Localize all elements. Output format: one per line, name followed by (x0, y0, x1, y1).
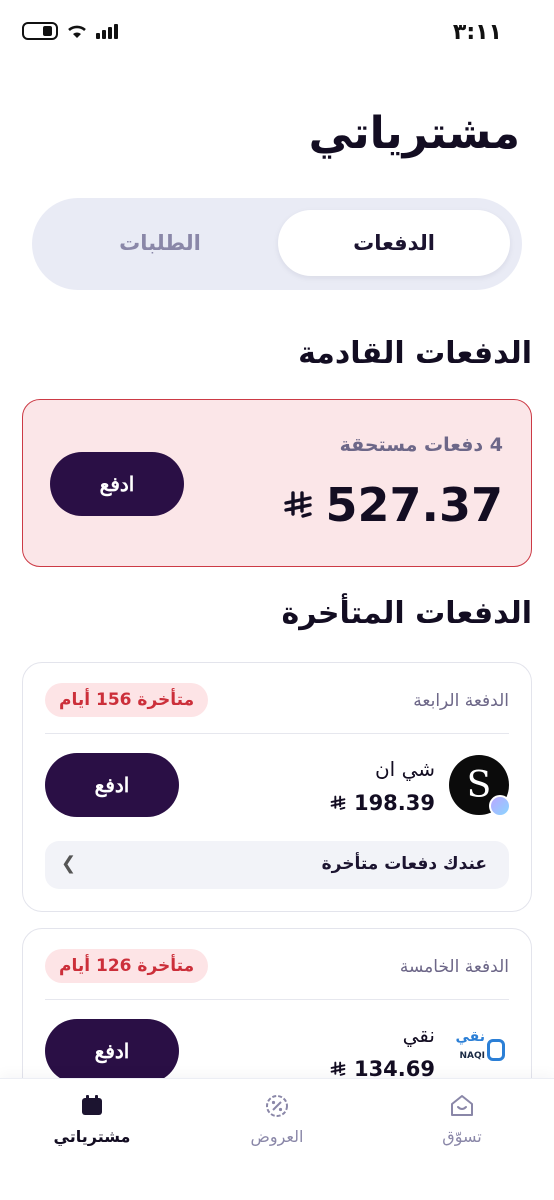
tab-payments[interactable]: الدفعات (278, 210, 510, 276)
shop-icon (451, 1095, 473, 1116)
merchant-name: شي ان (374, 757, 435, 781)
nav-label: مشترياتي (53, 1127, 131, 1146)
pay-upcoming-button[interactable]: ادفع (50, 452, 184, 516)
installment-label: الدفعة الرابعة (413, 691, 509, 711)
naqi-logo-text-en: NAQI (459, 1051, 486, 1061)
naqi-mark-icon (487, 1039, 505, 1061)
merchant-name: نقي (402, 1023, 435, 1047)
upcoming-amount-value: 527.37 (325, 478, 503, 532)
naqi-logo-text-ar: نقي (455, 1029, 486, 1045)
riyal-icon (330, 1061, 346, 1076)
shein-logo: S (449, 755, 511, 817)
nav-offers[interactable]: العروض (217, 1093, 337, 1146)
chevron-left-icon: ❮ (61, 853, 77, 874)
late-badge: متأخرة 126 أيام (45, 949, 209, 983)
late-payments-row[interactable]: عندك دفعات متأخرة ❮ (45, 841, 509, 889)
late-row-text: عندك دفعات متأخرة (321, 854, 487, 874)
discount-icon (266, 1095, 288, 1117)
riyal-icon (284, 491, 313, 518)
shein-logo-letter: S (466, 764, 492, 806)
late-payment-card[interactable]: الدفعة الرابعة متأخرة 156 أيام S شي ان 1… (22, 662, 532, 912)
page-title: مشترياتي (308, 108, 520, 159)
wifi-icon (68, 25, 86, 38)
merchant-amount: 198.39 (330, 791, 435, 815)
battery-icon (22, 22, 58, 40)
upcoming-amount: 527.37 (283, 478, 503, 532)
nav-purchases[interactable]: مشترياتي (32, 1093, 152, 1146)
nav-label: تسوّق (442, 1127, 482, 1146)
riyal-icon (330, 795, 346, 810)
divider (45, 733, 509, 734)
late-badge: متأخرة 156 أيام (45, 683, 209, 717)
status-bar: ٣:١١ (0, 0, 554, 70)
bottom-nav: مشترياتي العروض تسوّق (0, 1078, 554, 1200)
nav-label: العروض (250, 1127, 304, 1146)
divider (45, 999, 509, 1000)
purchases-icon (82, 1095, 102, 1115)
merchant-amount-value: 198.39 (353, 791, 435, 815)
installment-label: الدفعة الخامسة (399, 957, 509, 977)
tab-orders[interactable]: الطلبات (44, 210, 276, 276)
segmented-tabs: الدفعات الطلبات (32, 198, 522, 290)
upcoming-section-title: الدفعات القادمة (298, 336, 532, 371)
late-section-title: الدفعات المتأخرة (281, 596, 532, 631)
status-icons (22, 22, 118, 40)
pay-late-button[interactable]: ادفع (45, 1019, 179, 1083)
upcoming-count: 4 دفعات مستحقة (339, 434, 503, 456)
signal-icon (96, 23, 118, 39)
status-time: ٣:١١ (452, 20, 502, 45)
pay-late-button[interactable]: ادفع (45, 753, 179, 817)
verified-badge-icon (489, 795, 511, 817)
nav-shop[interactable]: تسوّق (402, 1093, 522, 1146)
naqi-logo: نقي NAQI (455, 1029, 505, 1073)
upcoming-payments-card[interactable]: 4 دفعات مستحقة 527.37 ادفع (22, 399, 532, 567)
